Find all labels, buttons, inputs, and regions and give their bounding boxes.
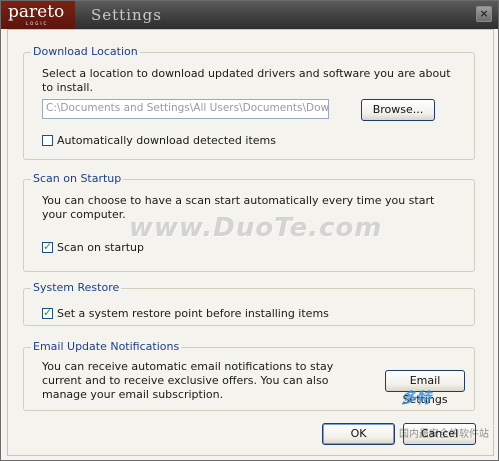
email-notifications-description: You can receive automatic email notifica… xyxy=(42,360,334,401)
auto-download-checkbox[interactable] xyxy=(42,134,53,146)
system-restore-group: System Restore ✓ Set a system restore po… xyxy=(23,281,475,326)
logo-text: pareto xyxy=(8,2,65,22)
corner-watermark-subtext: 国内最安全的软件站 xyxy=(399,429,489,440)
email-notifications-legend: Email Update Notifications xyxy=(31,340,182,353)
system-restore-checkbox[interactable]: ✓ xyxy=(42,305,53,319)
download-location-legend: Download Location xyxy=(31,45,140,58)
duote-corner-watermark: 多特 国内最安全的软件站 xyxy=(371,381,491,441)
corner-watermark-logo: 多特 xyxy=(401,389,432,407)
scan-on-startup-checkbox[interactable]: ✓ xyxy=(42,239,53,253)
logo-subtext: LOGIC xyxy=(26,21,49,26)
browse-button[interactable]: Browse... xyxy=(361,99,435,121)
download-path-input[interactable]: C:\Documents and Settings\All Users\Docu… xyxy=(42,99,329,119)
checkmark-icon: ✓ xyxy=(43,305,53,319)
system-restore-legend: System Restore xyxy=(31,281,122,294)
pareto-logo: pareto LOGIC xyxy=(1,1,75,29)
checkmark-icon: ✓ xyxy=(43,239,53,253)
auto-download-checkbox-row[interactable]: Automatically download detected items xyxy=(42,133,276,147)
download-location-group: Download Location Select a location to d… xyxy=(23,45,475,160)
system-restore-label: Set a system restore point before instal… xyxy=(57,306,329,320)
download-location-description: Select a location to download updated dr… xyxy=(42,67,451,94)
title-bar[interactable]: pareto LOGIC Settings × xyxy=(1,1,498,29)
settings-window: pareto LOGIC Settings × Download Locatio… xyxy=(0,0,499,461)
window-title: Settings xyxy=(91,6,162,24)
close-icon[interactable]: × xyxy=(476,6,492,22)
duote-watermark: www.DuoTe.com xyxy=(129,213,383,243)
scan-on-startup-legend: Scan on Startup xyxy=(31,172,124,185)
auto-download-label: Automatically download detected items xyxy=(57,133,276,147)
system-restore-checkbox-row[interactable]: ✓ Set a system restore point before inst… xyxy=(42,306,329,320)
